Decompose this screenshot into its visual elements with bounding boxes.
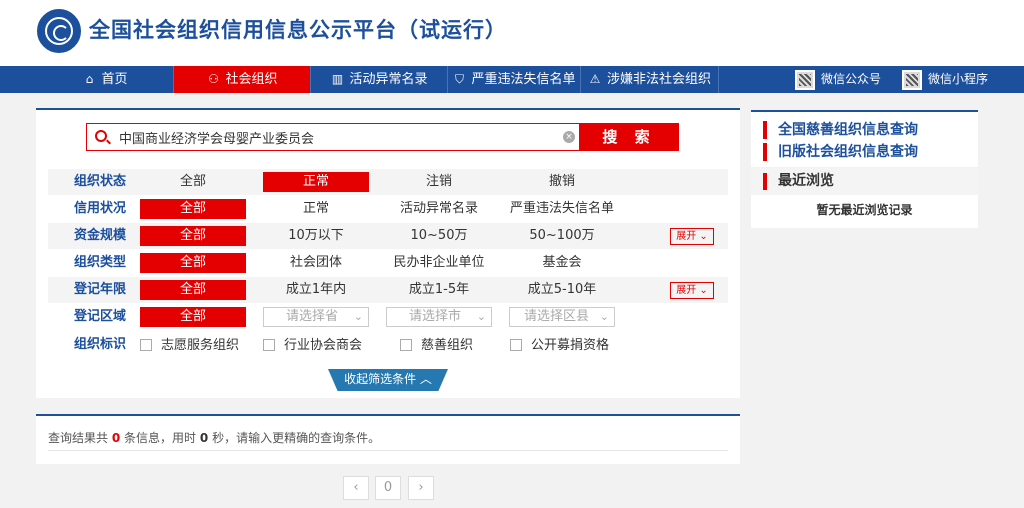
recent-views: 最近浏览 暂无最近浏览记录	[751, 168, 978, 228]
qr-code-icon	[902, 69, 922, 90]
filter-panel: × 搜 索 组织状态 全部 正常 注销 撤销 信用状况 全部 正常 活动异常名录…	[36, 108, 740, 398]
site-title: 全国社会组织信用信息公示平台（试运行）	[89, 18, 507, 42]
checkbox-icon	[263, 338, 275, 351]
filter-row-type: 组织类型 全部 社会团体 民办非企业单位 基金会	[48, 250, 728, 276]
book-icon: ▥	[331, 72, 344, 86]
filter-label: 组织状态	[74, 174, 127, 189]
filter-option-selected[interactable]: 全部	[140, 226, 246, 246]
filter-label: 组织标识	[74, 337, 127, 352]
chevron-down-icon: ⌄	[699, 285, 708, 296]
divider	[48, 450, 728, 451]
main-nav: ⌂ 首页 ⚇ 社会组织 ▥ 活动异常名录 ⛉ 严重违法失信名单 ⚠ 涉嫌非法社会组织 微信…	[0, 66, 1024, 93]
checkbox-industry-association[interactable]: 行业协会商会	[263, 338, 362, 354]
chevron-up-icon: ︿	[419, 372, 432, 386]
page-number[interactable]: 0	[375, 476, 401, 500]
search-button[interactable]: 搜 索	[579, 123, 679, 151]
sidebar-links: 全国慈善组织信息查询 旧版社会组织信息查询	[751, 110, 978, 167]
filter-option[interactable]: 全部	[140, 172, 246, 192]
filter-label: 登记年限	[74, 282, 127, 297]
result-count: 0	[111, 431, 121, 445]
filter-option[interactable]: 正常	[263, 199, 369, 219]
expand-button[interactable]: 展开 ⌄	[670, 228, 714, 245]
result-time: 0	[199, 431, 209, 445]
charity-query-link[interactable]: 全国慈善组织信息查询	[763, 121, 918, 139]
chevron-down-icon: ⌄	[476, 310, 486, 323]
checkbox-charity[interactable]: 慈善组织	[400, 338, 473, 354]
nav-social-orgs[interactable]: ⚇ 社会组织	[174, 66, 311, 93]
checkbox-public-fundraising[interactable]: 公开募捐资格	[510, 338, 609, 354]
filter-row-region: 登记区域 全部 请选择省 ⌄ 请选择市 ⌄ 请选择区县 ⌄	[48, 304, 728, 330]
shield-icon: ⛉	[454, 72, 464, 86]
filter-option[interactable]: 撤销	[509, 172, 615, 192]
filter-option[interactable]: 10~50万	[386, 226, 492, 246]
filter-row-status: 组织状态 全部 正常 注销 撤销	[48, 169, 728, 195]
filter-option[interactable]: 注销	[386, 172, 492, 192]
filter-label: 组织类型	[74, 255, 127, 270]
filter-row-marks: 组织标识 志愿服务组织 行业协会商会 慈善组织 公开募捐资格	[48, 332, 728, 358]
expand-button[interactable]: 展开 ⌄	[670, 282, 714, 299]
recent-views-empty: 暂无最近浏览记录	[816, 203, 913, 217]
city-select[interactable]: 请选择市 ⌄	[386, 307, 492, 327]
filter-option[interactable]: 成立1-5年	[386, 280, 492, 300]
search-input[interactable]	[119, 124, 549, 150]
site-logo[interactable]	[37, 9, 81, 53]
qr-code-icon	[795, 69, 815, 90]
filter-row-credit: 信用状况 全部 正常 活动异常名录 严重违法失信名单	[48, 196, 728, 222]
county-select[interactable]: 请选择区县 ⌄	[509, 307, 615, 327]
checkbox-icon	[140, 338, 152, 351]
search-box: ×	[86, 123, 579, 151]
filter-option[interactable]: 严重违法失信名单	[499, 199, 625, 219]
checkbox-volunteer[interactable]: 志愿服务组织	[140, 338, 239, 354]
filter-option[interactable]: 成立1年内	[263, 280, 369, 300]
filter-option-selected[interactable]: 全部	[140, 253, 246, 273]
chevron-down-icon: ⌄	[353, 310, 363, 323]
recent-views-title: 最近浏览	[763, 173, 834, 190]
collapse-filters-button[interactable]: 收起筛选条件 ︿	[328, 369, 448, 391]
filter-option-selected[interactable]: 正常	[263, 172, 369, 192]
nav-dishonest-list[interactable]: ⛉ 严重违法失信名单	[448, 66, 581, 93]
clear-icon[interactable]: ×	[563, 131, 575, 143]
nav-illegal-orgs[interactable]: ⚠ 涉嫌非法社会组织	[581, 66, 719, 93]
filter-option[interactable]: 基金会	[509, 253, 615, 273]
users-icon: ⚇	[208, 72, 219, 86]
checkbox-icon	[400, 338, 412, 351]
filter-option[interactable]: 50~100万	[509, 226, 615, 246]
filter-option-selected[interactable]: 全部	[140, 307, 246, 327]
filter-option[interactable]: 活动异常名录	[386, 199, 492, 219]
chevron-down-icon: ⌄	[699, 231, 708, 242]
filter-label: 资金规模	[74, 228, 127, 243]
filter-option[interactable]: 10万以下	[263, 226, 369, 246]
filter-option-selected[interactable]: 全部	[140, 199, 246, 219]
filter-label: 信用状况	[74, 201, 127, 216]
search-icon	[95, 130, 107, 142]
filter-row-years: 登记年限 全部 成立1年内 成立1-5年 成立5-10年 展开 ⌄	[48, 277, 728, 303]
checkbox-icon	[510, 338, 522, 351]
wechat-public-account[interactable]: 微信公众号	[795, 69, 881, 90]
filter-option-selected[interactable]: 全部	[140, 280, 246, 300]
chevron-down-icon: ⌄	[599, 310, 609, 323]
filter-option[interactable]: 社会团体	[263, 253, 369, 273]
prev-page-button[interactable]: ‹	[343, 476, 369, 500]
nav-home[interactable]: ⌂ 首页	[37, 66, 174, 93]
next-page-button[interactable]: ›	[408, 476, 434, 500]
result-summary: 查询结果共 0 条信息，用时 0 秒，请输入更精确的查询条件。	[48, 431, 381, 445]
filter-option[interactable]: 成立5-10年	[509, 280, 615, 300]
province-select[interactable]: 请选择省 ⌄	[263, 307, 369, 327]
home-icon: ⌂	[85, 72, 94, 86]
result-panel: 查询结果共 0 条信息，用时 0 秒，请输入更精确的查询条件。	[36, 414, 740, 464]
wechat-mini-program[interactable]: 微信小程序	[902, 69, 988, 90]
filter-row-capital: 资金规模 全部 10万以下 10~50万 50~100万 展开 ⌄	[48, 223, 728, 249]
legacy-query-link[interactable]: 旧版社会组织信息查询	[763, 143, 918, 161]
filter-label: 登记区域	[74, 309, 127, 324]
filter-option[interactable]: 民办非企业单位	[386, 253, 492, 273]
warning-icon: ⚠	[589, 72, 601, 86]
nav-abnormal-list[interactable]: ▥ 活动异常名录	[311, 66, 448, 93]
site-header: 全国社会组织信用信息公示平台（试运行）	[0, 0, 1024, 66]
